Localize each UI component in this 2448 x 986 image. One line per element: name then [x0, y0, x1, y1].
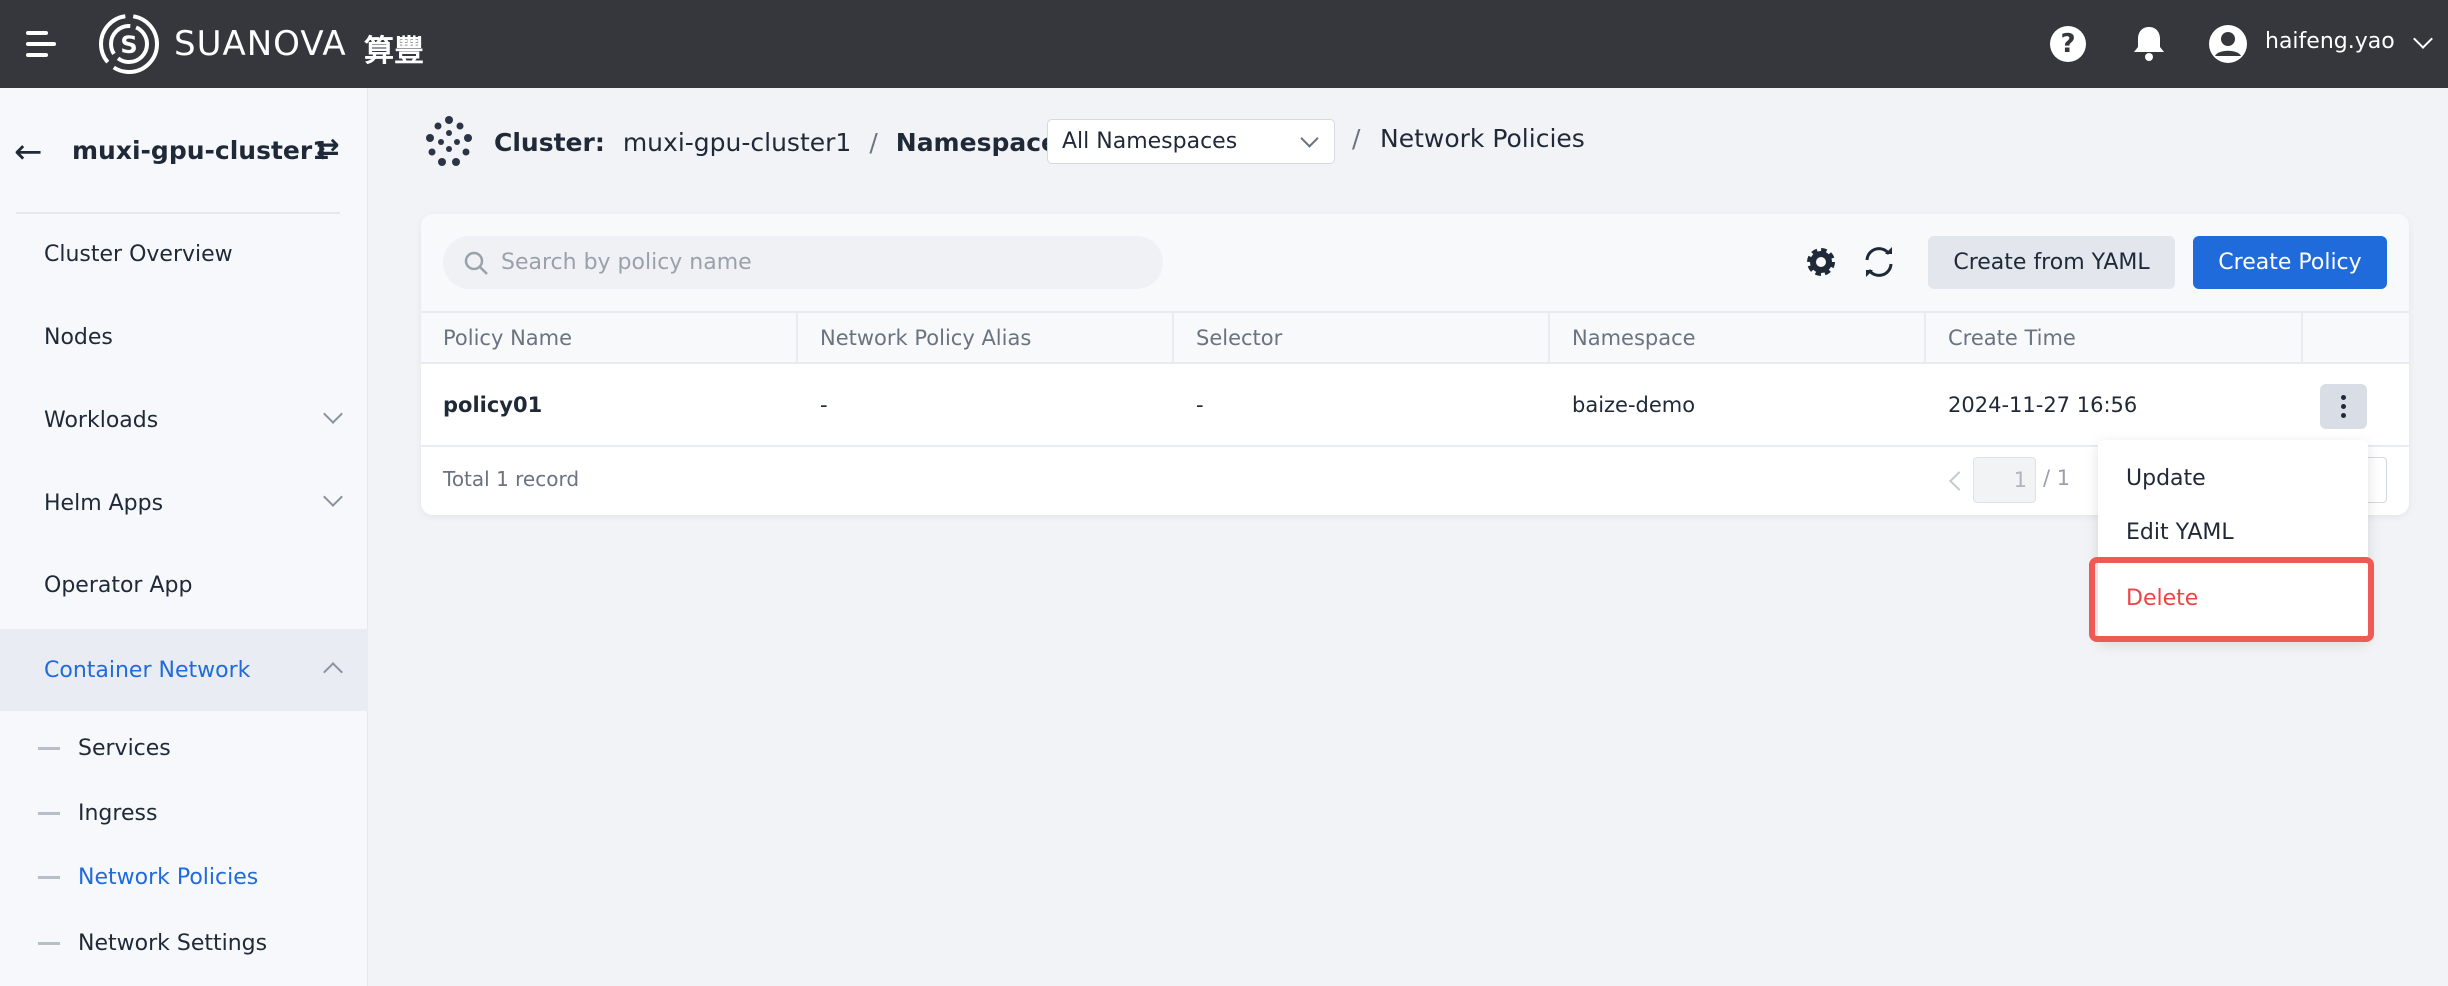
breadcrumb-separator: / [1352, 124, 1361, 153]
gear-icon[interactable] [1805, 246, 1837, 278]
column-header-create-time: Create Time [1924, 311, 2076, 364]
column-header-policy-name: Policy Name [443, 325, 573, 350]
prev-page-icon[interactable] [1949, 471, 1969, 491]
chevron-down-icon [323, 487, 343, 507]
svg-text:S: S [120, 31, 137, 59]
policy-alias: - [820, 392, 828, 417]
column-header-selector: Selector [1172, 311, 1282, 364]
brand-name-cn: 算豐 [364, 34, 424, 69]
page-count: / 1 [2043, 466, 2071, 490]
sidebar-item-label: Nodes [44, 324, 113, 350]
page-title: Network Policies [1380, 124, 1585, 153]
sidebar-item-label: Helm Apps [44, 490, 164, 516]
breadcrumb-separator: / [869, 127, 878, 157]
bell-icon[interactable] [2132, 24, 2166, 62]
sidebar-item-cluster-overview[interactable]: Cluster Overview [0, 213, 368, 295]
sidebar-item-label: Cluster Overview [44, 241, 233, 267]
sidebar-subitem-network-policies[interactable]: Network Policies [38, 865, 258, 890]
total-records: Total 1 record [443, 467, 580, 491]
cluster-name: muxi-gpu-cluster1 [72, 136, 330, 165]
back-arrow-icon[interactable]: ← [14, 132, 43, 172]
search-icon [464, 251, 488, 275]
policy-namespace: baize-demo [1572, 392, 1696, 417]
policy-name[interactable]: policy01 [421, 364, 542, 445]
switch-cluster-icon[interactable]: ⇄ [316, 132, 339, 165]
sidebar-item-container-network[interactable]: Container Network [0, 629, 368, 711]
namespace-label: Namespace: [895, 127, 1068, 157]
search-placeholder: Search by policy name [501, 250, 752, 275]
policy-selector: - [1196, 392, 1204, 417]
subitem-label: Services [78, 736, 171, 761]
help-icon[interactable]: ? [2050, 26, 2086, 62]
namespace-value: All Namespaces [1062, 129, 1238, 154]
policy-create-time: 2024-11-27 16:56 [1948, 392, 2138, 417]
chevron-up-icon [323, 662, 343, 682]
refresh-icon[interactable] [1861, 245, 1897, 279]
sidebar-item-workloads[interactable]: Workloads [0, 379, 368, 461]
cluster-icon [426, 116, 472, 166]
subitem-label: Ingress [78, 801, 158, 826]
menu-icon[interactable] [26, 31, 56, 57]
sidebar-item-label: Container Network [44, 657, 251, 683]
page-number: 1 [2013, 468, 2027, 492]
user-name[interactable]: haifeng.yao [2265, 29, 2395, 54]
brand-name: SUANOVA [174, 24, 347, 64]
sidebar: ← muxi-gpu-cluster1 ⇄ Cluster Overview N… [0, 88, 368, 986]
chevron-down-icon[interactable] [2413, 29, 2433, 49]
column-header-alias: Network Policy Alias [796, 311, 1031, 364]
chevron-down-icon [1300, 129, 1319, 148]
subitem-label: Network Settings [78, 931, 268, 956]
menu-item-edit-yaml[interactable]: Edit YAML [2098, 510, 2368, 554]
sidebar-item-operator-app[interactable]: Operator App [0, 544, 368, 626]
sidebar-subitem-ingress[interactable]: Ingress [38, 801, 157, 826]
cluster-label: Cluster: [494, 127, 605, 157]
more-actions-button[interactable] [2320, 384, 2367, 429]
sidebar-item-helm-apps[interactable]: Helm Apps [0, 462, 368, 544]
create-from-yaml-button[interactable]: Create from YAML [1928, 236, 2175, 289]
menu-item-update[interactable]: Update [2098, 456, 2368, 500]
namespace-select[interactable]: All Namespaces [1047, 119, 1335, 164]
sidebar-subitem-network-settings[interactable]: Network Settings [38, 931, 267, 956]
top-bar: S SUANOVA 算豐 ? haifeng.yao [0, 0, 2448, 88]
delete-highlight-box [2089, 557, 2374, 642]
cluster-link[interactable]: muxi-gpu-cluster1 [623, 128, 852, 157]
avatar-icon[interactable] [2208, 24, 2248, 64]
subitem-label: Network Policies [78, 865, 259, 890]
create-policy-button[interactable]: Create Policy [2193, 236, 2387, 289]
page-input[interactable]: 1 [1973, 457, 2036, 503]
breadcrumb: Cluster: muxi-gpu-cluster1 / Namespace: [494, 124, 1068, 160]
sidebar-item-nodes[interactable]: Nodes [0, 296, 368, 378]
logo-icon: S [99, 14, 159, 74]
sidebar-subitem-services[interactable]: Services [38, 736, 171, 761]
sidebar-item-label: Operator App [44, 572, 193, 598]
chevron-down-icon [323, 404, 343, 424]
column-header-namespace: Namespace [1548, 311, 1696, 364]
search-input[interactable]: Search by policy name [443, 236, 1163, 289]
sidebar-item-label: Workloads [44, 407, 159, 433]
